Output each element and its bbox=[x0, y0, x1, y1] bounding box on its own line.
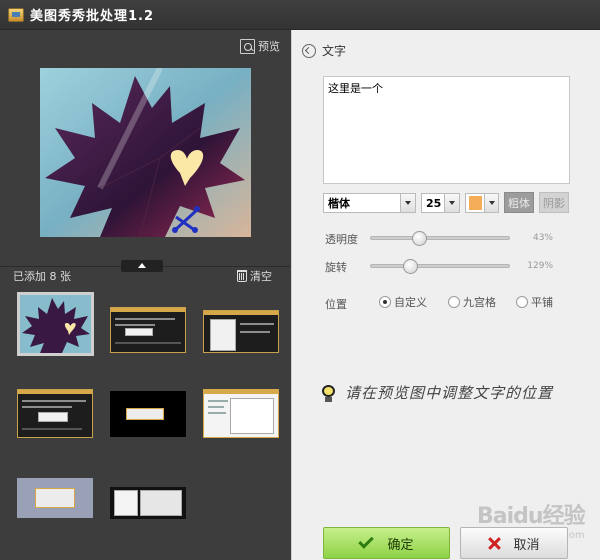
position-option-custom[interactable]: 自定义 bbox=[379, 294, 427, 310]
font-value: 楷体 bbox=[328, 197, 350, 210]
color-picker[interactable] bbox=[465, 193, 499, 213]
added-count: 已添加 8 张 bbox=[13, 270, 71, 283]
maple-leaf-image bbox=[40, 68, 251, 237]
thumbnail-4[interactable] bbox=[17, 389, 93, 438]
collapse-toggle[interactable] bbox=[121, 260, 163, 272]
lightbulb-icon bbox=[321, 383, 337, 403]
hint-text: 请在预览图中调整文字的位置 bbox=[321, 382, 553, 403]
clear-button[interactable]: 清空 bbox=[237, 268, 272, 284]
hint-label: 请在预览图中调整文字的位置 bbox=[345, 384, 554, 402]
preview-label: 预览 bbox=[258, 40, 280, 53]
confirm-button[interactable]: 确定 bbox=[323, 527, 450, 559]
left-panel: 预览 已添加 8 张 清空 bbox=[0, 30, 290, 560]
rotate-label: 旋转 bbox=[325, 261, 347, 274]
window-title: 美图秀秀批处理1.2 bbox=[30, 9, 155, 24]
radio-selected-icon bbox=[379, 296, 391, 308]
main-preview-image[interactable] bbox=[40, 68, 251, 237]
radio-icon bbox=[448, 296, 460, 308]
confirm-label: 确定 bbox=[387, 537, 414, 553]
cancel-label: 取消 bbox=[513, 537, 540, 553]
preview-button[interactable]: 预览 bbox=[240, 38, 280, 54]
clear-label: 清空 bbox=[250, 270, 272, 283]
radio-icon bbox=[516, 296, 528, 308]
opacity-slider[interactable] bbox=[370, 231, 510, 246]
close-icon bbox=[488, 537, 501, 550]
right-panel: 文字 楷体 25 粗体 阴影 透明度 43% 旋转 129% 位置 自定义 九宫… bbox=[291, 30, 600, 560]
opacity-label: 透明度 bbox=[325, 233, 358, 246]
position-option-label: 九宫格 bbox=[463, 296, 496, 309]
text-drag-handle[interactable] bbox=[170, 203, 204, 235]
thumbnail-5[interactable] bbox=[110, 391, 186, 437]
watermark-brand: Baidu经验 bbox=[477, 504, 586, 529]
thumbnail-6[interactable] bbox=[203, 389, 279, 438]
bold-button[interactable]: 粗体 bbox=[504, 192, 534, 213]
thumbnail-8[interactable] bbox=[110, 487, 186, 519]
color-swatch bbox=[469, 196, 482, 210]
rotate-value: 129% bbox=[527, 261, 553, 271]
chevron-down-icon bbox=[484, 194, 498, 212]
position-label: 位置 bbox=[325, 298, 347, 311]
thumbnail-1[interactable] bbox=[17, 292, 94, 356]
position-option-grid[interactable]: 九宫格 bbox=[448, 294, 496, 310]
chevron-down-icon bbox=[444, 194, 459, 212]
rotate-slider[interactable] bbox=[370, 259, 510, 274]
back-button[interactable]: 文字 bbox=[302, 42, 346, 59]
opacity-slider-knob[interactable] bbox=[412, 231, 427, 246]
back-arrow-icon bbox=[302, 43, 316, 58]
thumbnail-3[interactable] bbox=[203, 310, 279, 353]
thumbnail-7[interactable] bbox=[17, 478, 93, 518]
position-option-label: 平铺 bbox=[531, 296, 553, 309]
cancel-button[interactable]: 取消 bbox=[460, 527, 568, 559]
shadow-button[interactable]: 阴影 bbox=[539, 192, 569, 213]
font-size-value: 25 bbox=[426, 196, 442, 210]
text-content-input[interactable] bbox=[323, 76, 570, 184]
position-option-label: 自定义 bbox=[394, 296, 427, 309]
rotate-slider-knob[interactable] bbox=[403, 259, 418, 274]
chevron-down-icon bbox=[400, 194, 415, 212]
app-icon bbox=[8, 7, 24, 22]
thumbnail-leaf-image bbox=[20, 295, 91, 353]
thumbnail-2[interactable] bbox=[110, 307, 186, 353]
preview-icon bbox=[240, 38, 255, 54]
font-size-select[interactable]: 25 bbox=[421, 193, 460, 213]
font-select[interactable]: 楷体 bbox=[323, 193, 416, 213]
position-option-tile[interactable]: 平铺 bbox=[516, 294, 553, 310]
section-title: 文字 bbox=[322, 44, 347, 58]
title-bar: 美图秀秀批处理1.2 bbox=[0, 0, 600, 30]
check-icon bbox=[358, 533, 375, 549]
trash-icon bbox=[237, 270, 247, 282]
opacity-value: 43% bbox=[532, 233, 553, 243]
